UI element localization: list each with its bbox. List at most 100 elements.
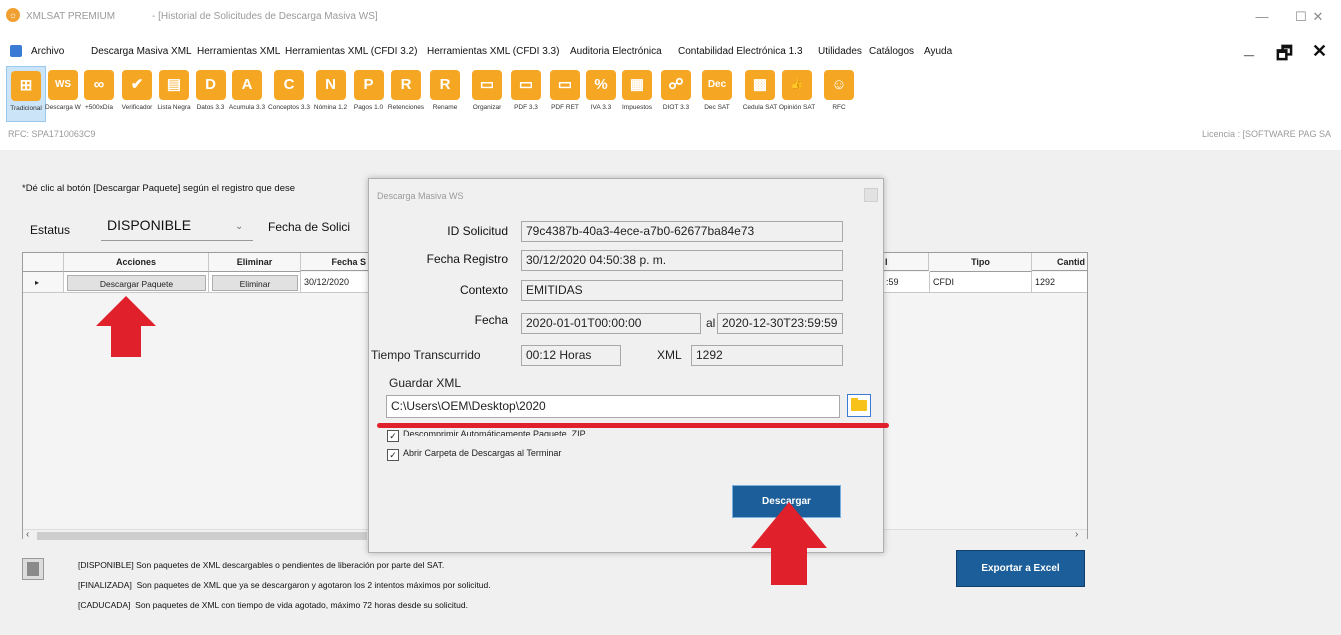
menu-contabilidad[interactable]: Contabilidad Electrónica 1.3 — [678, 46, 803, 57]
mdi-minimize-button[interactable]: _ — [1244, 38, 1254, 59]
window-minimize-button[interactable]: — — [1242, 4, 1282, 30]
license-label: Licencia : [SOFTWARE PAG SA — [1202, 129, 1332, 139]
menu-descarga-masiva[interactable]: Descarga Masiva XML — [91, 46, 192, 57]
handshake-icon: ☍ — [661, 70, 691, 100]
fecha-desde-field[interactable]: 2020-01-01T00:00:00 — [521, 313, 701, 334]
toolbar-button-organizar[interactable]: ▭ Organizar — [468, 66, 506, 120]
save-path-input[interactable]: C:\Users\OEM\Desktop\2020 — [386, 395, 840, 418]
toolbar-button-rename[interactable]: R Rename — [426, 66, 464, 120]
grid-rowheader-corner — [23, 253, 64, 272]
grid-header-eliminar[interactable]: Eliminar — [209, 253, 301, 272]
window-close-button[interactable]: ✕ — [1298, 4, 1338, 30]
toolbar-button-label: Verificador — [121, 104, 153, 111]
toolbar-button-label: Conceptos 3.3 — [268, 104, 310, 111]
scroll-left-icon[interactable]: ‹ — [26, 529, 29, 540]
xml-count-field[interactable]: 1292 — [691, 345, 843, 366]
menu-utilidades[interactable]: Utilidades — [818, 46, 862, 57]
toolbar-button-n-mina-1-2[interactable]: N Nómina 1.2 — [311, 66, 350, 120]
grid-header-cantidad[interactable]: Cantid — [1032, 253, 1087, 271]
rfc-label: RFC: SPA1710063C9 — [8, 129, 96, 139]
toolbar-button-label: PDF RET — [551, 104, 579, 111]
toolbar-button-label: Datos 3.3 — [196, 104, 225, 111]
app-logo-icon: ☼ — [6, 8, 20, 22]
eliminar-button[interactable]: Eliminar — [212, 275, 298, 291]
toolbar-button-opini-n-sat[interactable]: 👍 Opinión SAT — [778, 66, 816, 120]
toolbar-button-pagos-1-0[interactable]: P Pagos 1.0 — [350, 66, 387, 120]
menu-archivo[interactable]: Archivo — [31, 46, 64, 57]
toolbar-button-lista-negra[interactable]: ▤ Lista Negra — [155, 66, 193, 120]
grid-header-acciones[interactable]: Acciones — [64, 253, 209, 272]
toolbar-button-label: IVA 3.3 — [590, 104, 612, 111]
grid-icon: ⊞ — [11, 71, 41, 101]
toolbar-button-label: PDF 3.3 — [514, 104, 538, 111]
annotation-arrow-stem-2 — [771, 547, 807, 585]
toolbar-button--500xd-a[interactable]: ∞ +500xDía — [81, 66, 117, 120]
toolbar-button-label: Dec SAT — [704, 104, 730, 111]
grid-header-fecha[interactable]: Fecha S — [301, 253, 371, 271]
guardar-xml-label: Guardar XML — [389, 376, 462, 390]
menu-bar: Archivo Descarga Masiva XML Herramientas… — [0, 38, 1341, 64]
grid-row-marker: ▸ — [23, 272, 64, 293]
annotation-arrow-up-icon — [96, 296, 156, 326]
menu-ayuda[interactable]: Ayuda — [924, 46, 952, 57]
export-excel-button[interactable]: Exportar a Excel — [956, 550, 1085, 587]
info-printer-icon — [22, 558, 44, 580]
qr-icon: ▩ — [745, 70, 775, 100]
xml-count-label: XML — [657, 348, 682, 362]
id-solicitud-field[interactable]: 79c4387b-40a3-4ece-a7b0-62677ba84e73 — [521, 221, 843, 242]
contexto-field[interactable]: EMITIDAS — [521, 280, 843, 301]
folder-icon: ▤ — [159, 70, 189, 100]
al-label: al — [706, 316, 716, 330]
menu-herramientas-xml[interactable]: Herramientas XML — [197, 46, 280, 57]
app-title: XMLSAT PREMIUM — [26, 11, 116, 22]
fecha-registro-field[interactable]: 30/12/2020 04:50:38 p. m. — [521, 250, 843, 271]
toolbar-button-rfc[interactable]: ☺ RFC — [818, 66, 860, 120]
toolbar-button-impuestos[interactable]: ▦ Impuestos — [618, 66, 656, 120]
check-icon: ✔ — [122, 70, 152, 100]
dialog-close-button[interactable] — [864, 188, 878, 202]
tiempo-field[interactable]: 00:12 Horas — [521, 345, 621, 366]
letter-c-icon: C — [274, 70, 304, 100]
toolbar-button-tradicional[interactable]: ⊞ Tradicional — [6, 66, 46, 122]
toolbar-button-label: Cedula SAT — [742, 104, 778, 111]
grid-header-tipo[interactable]: Tipo — [930, 253, 1032, 272]
menu-herramientas-cfdi33[interactable]: Herramientas XML (CFDI 3.3) — [427, 46, 559, 57]
scrollbar-thumb[interactable] — [37, 532, 367, 540]
toolbar-button-label: Pagos 1.0 — [353, 104, 384, 111]
open-folder-checkbox[interactable]: ✓ — [387, 449, 399, 461]
status-dropdown[interactable]: DISPONIBLE ⌄ — [101, 214, 253, 241]
menu-auditoria[interactable]: Auditoria Electrónica — [570, 46, 662, 57]
toolbar-button-conceptos-3-3[interactable]: C Conceptos 3.3 — [268, 66, 310, 120]
menu-catalogos[interactable]: Catálogos — [869, 46, 914, 57]
toolbar-button-label: Descarga WS — [45, 104, 81, 111]
toolbar-button-pdf-3-3[interactable]: ▭ PDF 3.3 — [507, 66, 545, 120]
toolbar-button-descarga-ws[interactable]: WS Descarga WS — [45, 66, 81, 120]
toolbar-button-cedula-sat[interactable]: ▩ Cedula SAT — [742, 66, 778, 120]
menu-herramientas-cfdi32[interactable]: Herramientas XML (CFDI 3.2) — [285, 46, 417, 57]
toolbar-button-pdf-ret[interactable]: ▭ PDF RET — [546, 66, 584, 120]
toolbar-button-label: Opinión SAT — [778, 104, 816, 111]
grid-header-hora-fin[interactable]: l — [883, 253, 929, 271]
toolbar-button-label: RFC — [832, 104, 846, 111]
toolbar-button-dec-sat[interactable]: Dec Dec SAT — [695, 66, 739, 120]
toolbar-button-iva-3-3[interactable]: % IVA 3.3 — [585, 66, 617, 120]
fecha-hasta-field[interactable]: 2020-12-30T23:59:59 — [717, 313, 843, 334]
pdf-ret-icon: ▭ — [550, 70, 580, 100]
open-folder-checkbox-label: Abrir Carpeta de Descargas al Terminar — [403, 448, 562, 458]
letter-n-icon: N — [315, 70, 346, 100]
browse-folder-button[interactable] — [847, 394, 871, 417]
toolbar-button-verificador[interactable]: ✔ Verificador — [119, 66, 155, 120]
toolbar-button-diot-3-3[interactable]: ☍ DIOT 3.3 — [657, 66, 695, 120]
toolbar-button-retenciones[interactable]: R Retenciones — [387, 66, 425, 120]
id-solicitud-label: ID Solicitud — [447, 224, 508, 238]
fecha-solicitud-label: Fecha de Solici — [268, 220, 351, 234]
toolbar-button-acumula-3-3[interactable]: A Acumula 3.3 — [228, 66, 266, 120]
toolbar-button-label: Lista Negra — [157, 104, 191, 111]
mdi-close-button[interactable]: ✕ — [1312, 41, 1327, 62]
unzip-checkbox[interactable]: ✓ — [387, 430, 399, 442]
annotation-arrow-up-icon-2 — [751, 502, 827, 548]
toolbar-button-datos-3-3[interactable]: D Datos 3.3 — [193, 66, 228, 120]
toolbar-button-label: Impuestos — [622, 104, 652, 111]
descargar-paquete-button[interactable]: Descargar Paquete — [67, 275, 206, 291]
scroll-right-icon[interactable]: › — [1075, 529, 1078, 540]
